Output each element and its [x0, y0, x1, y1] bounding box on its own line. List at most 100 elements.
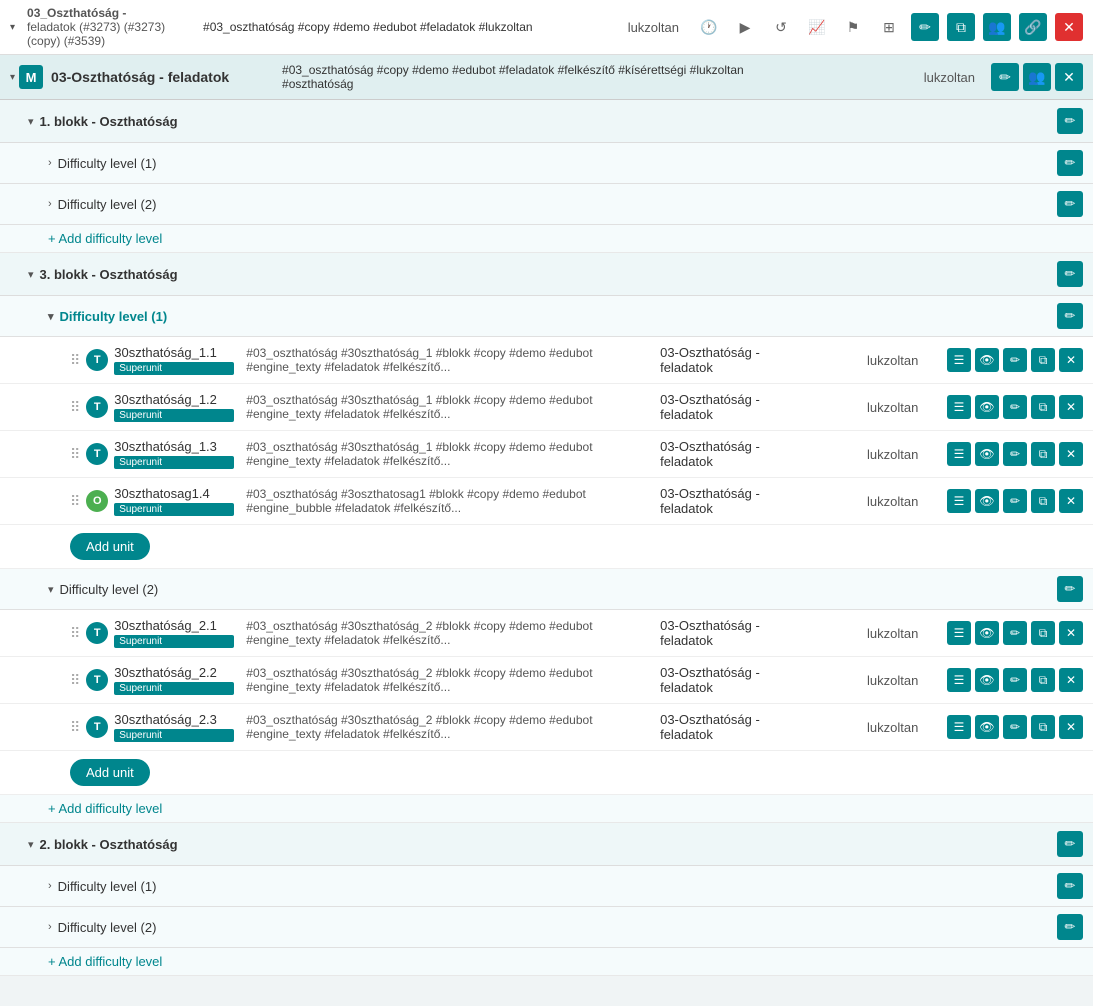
history-icon-btn[interactable]: 🕐: [695, 13, 723, 41]
unit-name-1-3: 30szthatóság_1.3: [114, 439, 234, 454]
unit-edit-btn-1-4[interactable]: ✏: [1003, 489, 1027, 513]
link-icon-btn[interactable]: 🔗: [1019, 13, 1047, 41]
diff1-2-edit-btn[interactable]: ✏: [1057, 191, 1083, 217]
unit-edit-btn-2-2[interactable]: ✏: [1003, 668, 1027, 692]
drag-handle-1-2[interactable]: ⠿: [70, 399, 80, 416]
unit-copy-btn-2-3[interactable]: ⧉: [1031, 715, 1055, 739]
diff1-2-actions: ✏: [1057, 191, 1083, 217]
diff1-1-toggle[interactable]: ›: [48, 157, 52, 169]
unit-edit-btn-1-2[interactable]: ✏: [1003, 395, 1027, 419]
unit-db-btn-2-2[interactable]: ☰: [947, 668, 971, 692]
block2-toggle[interactable]: ▾: [28, 838, 34, 851]
block1-toggle[interactable]: ▾: [28, 115, 34, 128]
add-difficulty-link-1[interactable]: + Add difficulty level: [48, 231, 162, 246]
add-difficulty-row-3: + Add difficulty level: [0, 795, 1093, 823]
unit-db-btn-1-4[interactable]: ☰: [947, 489, 971, 513]
add-difficulty-link-3[interactable]: + Add difficulty level: [48, 801, 162, 816]
unit-copy-btn-1-1[interactable]: ⧉: [1031, 348, 1055, 372]
unit-actions-2-1: ☰ 👁 ✏ ⧉ ✕: [947, 621, 1083, 645]
block2-actions: ✏: [1057, 831, 1083, 857]
diff2-1-edit-btn[interactable]: ✏: [1057, 873, 1083, 899]
unit-tags-2-1: #03_oszthatóság #30szthatóság_2 #blokk #…: [246, 619, 660, 647]
diff3-1-actions: ✏: [1057, 303, 1083, 329]
unit-view-btn-1-4[interactable]: 👁: [975, 489, 999, 513]
diff3-1-toggle[interactable]: ▾: [48, 310, 54, 323]
diff3-2-edit-btn[interactable]: ✏: [1057, 576, 1083, 602]
block1-name: 1. blokk - Oszthatóság: [40, 114, 1057, 129]
diff2-2-edit-btn[interactable]: ✏: [1057, 914, 1083, 940]
difficulty-row-2-1: › Difficulty level (1) ✏: [0, 866, 1093, 907]
add-difficulty-link-2[interactable]: + Add difficulty level: [48, 954, 162, 969]
unit-delete-btn-2-2[interactable]: ✕: [1059, 668, 1083, 692]
superunit-badge-1-1: Superunit: [114, 362, 234, 375]
add-unit-btn-3-1[interactable]: Add unit: [70, 533, 150, 560]
unit-copy-btn-1-4[interactable]: ⧉: [1031, 489, 1055, 513]
block3-edit-btn[interactable]: ✏: [1057, 261, 1083, 287]
unit-type-badge-1-1: T: [86, 349, 108, 371]
edit-icon-btn[interactable]: ✏: [911, 13, 939, 41]
chart-icon-btn[interactable]: 📈: [803, 13, 831, 41]
drag-handle-1-3[interactable]: ⠿: [70, 446, 80, 463]
unit-user-2-1: lukzoltan: [867, 626, 947, 641]
unit-user-1-2: lukzoltan: [867, 400, 947, 415]
play-icon-btn[interactable]: ▶: [731, 13, 759, 41]
diff1-2-toggle[interactable]: ›: [48, 198, 52, 210]
block2-edit-btn[interactable]: ✏: [1057, 831, 1083, 857]
unit-db-btn-1-2[interactable]: ☰: [947, 395, 971, 419]
reset-icon-btn[interactable]: ↺: [767, 13, 795, 41]
diff2-1-toggle[interactable]: ›: [48, 880, 52, 892]
superunit-badge-2-1: Superunit: [114, 635, 234, 648]
unit-view-btn-2-1[interactable]: 👁: [975, 621, 999, 645]
drag-handle-1-4[interactable]: ⠿: [70, 493, 80, 510]
diff2-2-toggle[interactable]: ›: [48, 921, 52, 933]
unit-delete-btn-2-1[interactable]: ✕: [1059, 621, 1083, 645]
drag-handle-1-1[interactable]: ⠿: [70, 352, 80, 369]
unit-copy-btn-1-2[interactable]: ⧉: [1031, 395, 1055, 419]
section-edit-btn[interactable]: ✏: [991, 63, 1019, 91]
block3-toggle[interactable]: ▾: [28, 268, 34, 281]
unit-view-btn-1-2[interactable]: 👁: [975, 395, 999, 419]
section-chevron[interactable]: ▾: [10, 72, 15, 83]
diff3-1-edit-btn[interactable]: ✏: [1057, 303, 1083, 329]
section-people-btn[interactable]: 👥: [1023, 63, 1051, 91]
superunit-badge-1-4: Superunit: [114, 503, 234, 516]
unit-tags-1-4: #03_oszthatóság #3oszthatosag1 #blokk #c…: [246, 487, 660, 515]
drag-handle-2-1[interactable]: ⠿: [70, 625, 80, 642]
unit-db-btn-2-1[interactable]: ☰: [947, 621, 971, 645]
title-line2: feladatok (#3273) (#3273): [27, 20, 187, 34]
unit-view-btn-1-1[interactable]: 👁: [975, 348, 999, 372]
unit-delete-btn-1-1[interactable]: ✕: [1059, 348, 1083, 372]
people-icon-btn[interactable]: 👥: [983, 13, 1011, 41]
unit-edit-btn-1-1[interactable]: ✏: [1003, 348, 1027, 372]
section-delete-btn[interactable]: ✕: [1055, 63, 1083, 91]
screen-icon-btn[interactable]: ⊞: [875, 13, 903, 41]
unit-view-btn-1-3[interactable]: 👁: [975, 442, 999, 466]
drag-handle-2-2[interactable]: ⠿: [70, 672, 80, 689]
unit-delete-btn-1-3[interactable]: ✕: [1059, 442, 1083, 466]
diff3-2-toggle[interactable]: ▾: [48, 583, 54, 596]
unit-copy-btn-2-1[interactable]: ⧉: [1031, 621, 1055, 645]
unit-delete-btn-1-2[interactable]: ✕: [1059, 395, 1083, 419]
unit-delete-btn-1-4[interactable]: ✕: [1059, 489, 1083, 513]
difficulty-row-1-2: › Difficulty level (2) ✏: [0, 184, 1093, 225]
unit-view-btn-2-3[interactable]: 👁: [975, 715, 999, 739]
unit-view-btn-2-2[interactable]: 👁: [975, 668, 999, 692]
unit-delete-btn-2-3[interactable]: ✕: [1059, 715, 1083, 739]
share-icon-btn[interactable]: ⧉: [947, 13, 975, 41]
unit-edit-btn-2-1[interactable]: ✏: [1003, 621, 1027, 645]
flag-icon-btn[interactable]: ⚑: [839, 13, 867, 41]
diff1-1-edit-btn[interactable]: ✏: [1057, 150, 1083, 176]
add-unit-btn-3-2[interactable]: Add unit: [70, 759, 150, 786]
main-content: ▾ M 03-Oszthatóság - feladatok #03_oszth…: [0, 55, 1093, 976]
unit-copy-btn-1-3[interactable]: ⧉: [1031, 442, 1055, 466]
unit-db-btn-1-1[interactable]: ☰: [947, 348, 971, 372]
drag-handle-2-3[interactable]: ⠿: [70, 719, 80, 736]
unit-copy-btn-2-2[interactable]: ⧉: [1031, 668, 1055, 692]
block1-edit-btn[interactable]: ✏: [1057, 108, 1083, 134]
unit-tags-2-3: #03_oszthatóság #30szthatóság_2 #blokk #…: [246, 713, 660, 741]
unit-edit-btn-1-3[interactable]: ✏: [1003, 442, 1027, 466]
unit-db-btn-1-3[interactable]: ☰: [947, 442, 971, 466]
unit-db-btn-2-3[interactable]: ☰: [947, 715, 971, 739]
unit-edit-btn-2-3[interactable]: ✏: [1003, 715, 1027, 739]
close-icon-btn[interactable]: ✕: [1055, 13, 1083, 41]
